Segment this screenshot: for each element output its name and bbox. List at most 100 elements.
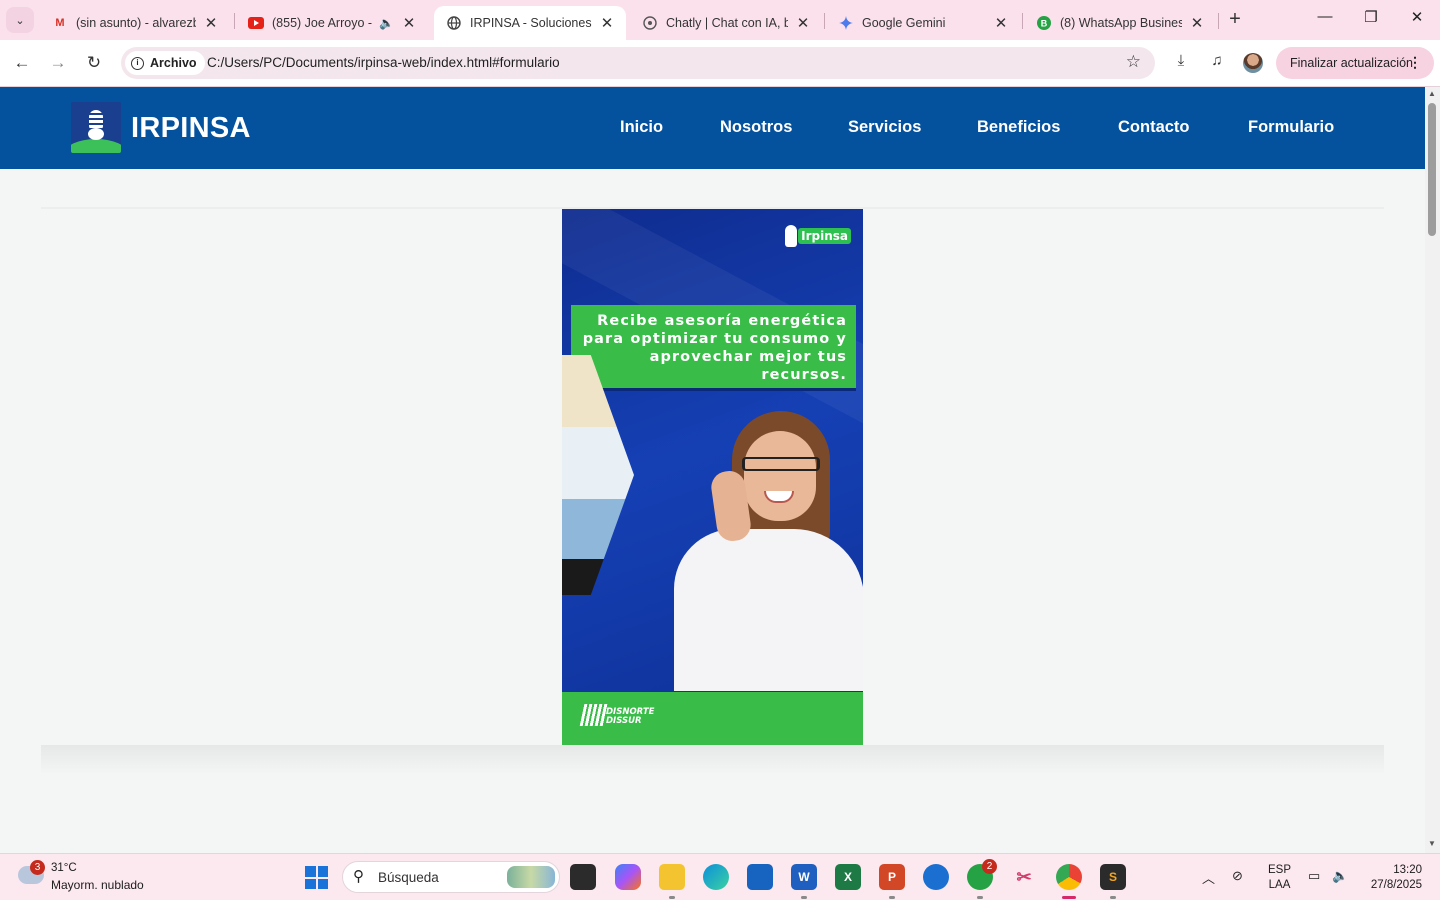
- running-indicator: [801, 896, 807, 899]
- media-control-icon[interactable]: ♫: [1205, 52, 1229, 76]
- excel-icon[interactable]: X: [835, 864, 861, 890]
- nav-inicio[interactable]: Inicio: [620, 118, 663, 137]
- restore-button[interactable]: ❐: [1348, 8, 1394, 32]
- snipping-tool-icon[interactable]: ✂: [1011, 864, 1037, 890]
- url-text[interactable]: C:/Users/PC/Documents/irpinsa-web/index.…: [207, 55, 560, 70]
- whatsapp-notification-badge: 2: [982, 859, 997, 874]
- section-shadow: [41, 745, 1384, 775]
- banner-brand-text: Irpinsa: [798, 228, 851, 244]
- tab-whatsapp-business[interactable]: B (8) WhatsApp Business ✕: [1024, 6, 1216, 40]
- reload-icon: ↻: [86, 53, 102, 72]
- banner-person-image: [674, 411, 863, 691]
- restore-icon: ❐: [1364, 9, 1378, 26]
- scroll-up-arrow-icon[interactable]: ▲: [1428, 89, 1436, 98]
- chrome-icon[interactable]: [1056, 864, 1082, 890]
- forward-button[interactable]: →: [44, 50, 72, 76]
- running-indicator-active: [1062, 896, 1076, 899]
- tab-chatly[interactable]: Chatly | Chat con IA, bú ✕: [630, 6, 822, 40]
- weather-description[interactable]: Mayorm. nublado: [51, 878, 144, 892]
- back-button[interactable]: ←: [8, 50, 36, 76]
- close-icon[interactable]: ✕: [400, 14, 418, 32]
- tab-youtube[interactable]: (855) Joe Arroyo - S 🔈 ✕: [236, 6, 428, 40]
- promo-banner: Irpinsa Recibe asesoría energética para …: [562, 209, 863, 745]
- tab-title: (sin asunto) - alvarezbry: [76, 16, 196, 30]
- finish-update-label: Finalizar actualización: [1290, 56, 1413, 70]
- system-clock[interactable]: 13:20 27/8/2025: [1362, 863, 1422, 893]
- arrow-left-icon: ←: [13, 53, 31, 72]
- weather-alert-badge: 3: [30, 860, 45, 875]
- scroll-down-arrow-icon[interactable]: ▼: [1428, 839, 1436, 848]
- microsoft-store-icon[interactable]: [747, 864, 773, 890]
- logo-line2: DISSUR: [606, 716, 642, 726]
- tab-irpinsa[interactable]: IRPINSA - Soluciones de ✕: [434, 6, 626, 40]
- volume-icon[interactable]: 🔈: [1332, 868, 1348, 884]
- banner-headline: Recibe asesoría energética para optimiza…: [582, 313, 847, 383]
- banner-headline-box: Recibe asesoría energética para optimiza…: [571, 305, 856, 391]
- copilot-icon[interactable]: [615, 864, 641, 890]
- running-indicator: [889, 896, 895, 899]
- whatsapp-business-icon: B: [1036, 15, 1052, 31]
- sublime-text-icon[interactable]: S: [1100, 864, 1126, 890]
- reload-button[interactable]: ↻: [80, 50, 108, 76]
- tab-divider: [234, 13, 235, 29]
- tab-gemini[interactable]: Google Gemini ✕: [826, 6, 1020, 40]
- browser-tab-strip: ⌄ M (sin asunto) - alvarezbry ✕ (855) Jo…: [0, 0, 1440, 40]
- input-language[interactable]: ESP LAA: [1268, 863, 1291, 893]
- keyboard-layout: LAA: [1268, 879, 1291, 891]
- site-info-label: Archivo: [150, 56, 197, 70]
- chevron-up-icon[interactable]: ︿: [1202, 868, 1215, 887]
- globe-icon: [446, 15, 462, 31]
- phone-link-icon[interactable]: [923, 864, 949, 890]
- nav-servicios[interactable]: Servicios: [848, 118, 921, 137]
- bookmark-star-icon[interactable]: ☆: [1126, 52, 1141, 72]
- weather-temperature[interactable]: 31°C: [51, 862, 77, 874]
- address-bar[interactable]: i Archivo C:/Users/PC/Documents/irpinsa-…: [121, 47, 1155, 79]
- scrollbar-thumb[interactable]: [1428, 103, 1436, 236]
- close-icon[interactable]: ✕: [992, 14, 1010, 32]
- tab-title: (8) WhatsApp Business: [1060, 16, 1182, 30]
- youtube-icon: [248, 15, 264, 31]
- tab-gmail[interactable]: M (sin asunto) - alvarezbry ✕: [40, 6, 230, 40]
- taskbar-search[interactable]: ⚲ Búsqueda: [342, 861, 560, 893]
- task-view-icon[interactable]: [570, 864, 596, 890]
- new-tab-button[interactable]: +: [1224, 9, 1246, 31]
- minimize-button[interactable]: —: [1302, 8, 1348, 32]
- site-header: IRPINSA Inicio Nosotros Servicios Benefi…: [0, 87, 1425, 169]
- powerpoint-icon[interactable]: P: [879, 864, 905, 890]
- clock-date: 27/8/2025: [1370, 879, 1422, 891]
- running-indicator: [669, 896, 675, 899]
- tab-divider: [1022, 13, 1023, 29]
- close-icon[interactable]: ✕: [598, 14, 616, 32]
- tab-title: Chatly | Chat con IA, bú: [666, 16, 788, 30]
- word-icon[interactable]: W: [791, 864, 817, 890]
- nav-contacto[interactable]: Contacto: [1118, 118, 1190, 137]
- network-icon[interactable]: ▭: [1308, 868, 1320, 884]
- windows-start-button[interactable]: [305, 866, 328, 889]
- finish-update-button[interactable]: Finalizar actualización ⋮: [1276, 47, 1434, 79]
- minimize-icon: —: [1317, 8, 1333, 25]
- tab-search-button[interactable]: ⌄: [6, 7, 34, 33]
- nav-nosotros[interactable]: Nosotros: [720, 118, 792, 137]
- nav-formulario[interactable]: Formulario: [1248, 118, 1334, 137]
- close-icon[interactable]: ✕: [794, 14, 812, 32]
- tab-title: (855) Joe Arroyo - S: [272, 16, 374, 30]
- profile-avatar[interactable]: [1243, 53, 1263, 73]
- download-icon[interactable]: ⤓: [1169, 52, 1193, 76]
- close-window-button[interactable]: ✕: [1394, 8, 1440, 32]
- close-icon[interactable]: ✕: [1188, 14, 1206, 32]
- speaker-icon[interactable]: 🔈: [379, 16, 394, 30]
- svg-text:B: B: [1041, 19, 1048, 29]
- kebab-menu-icon[interactable]: ⋮: [1408, 54, 1422, 71]
- edge-icon[interactable]: [703, 864, 729, 890]
- nav-beneficios[interactable]: Beneficios: [977, 118, 1060, 137]
- running-indicator: [1110, 896, 1116, 899]
- onedrive-offline-icon[interactable]: ⊘: [1232, 868, 1243, 884]
- search-highlight-art: [507, 866, 555, 888]
- brand-name[interactable]: IRPINSA: [131, 112, 251, 145]
- site-info-chip[interactable]: i Archivo: [125, 51, 205, 75]
- banner-brand-logo: Irpinsa: [785, 224, 851, 248]
- file-explorer-icon[interactable]: [659, 864, 685, 890]
- close-icon[interactable]: ✕: [202, 14, 220, 32]
- info-icon: i: [131, 56, 144, 70]
- irpinsa-logo-icon[interactable]: [71, 102, 121, 153]
